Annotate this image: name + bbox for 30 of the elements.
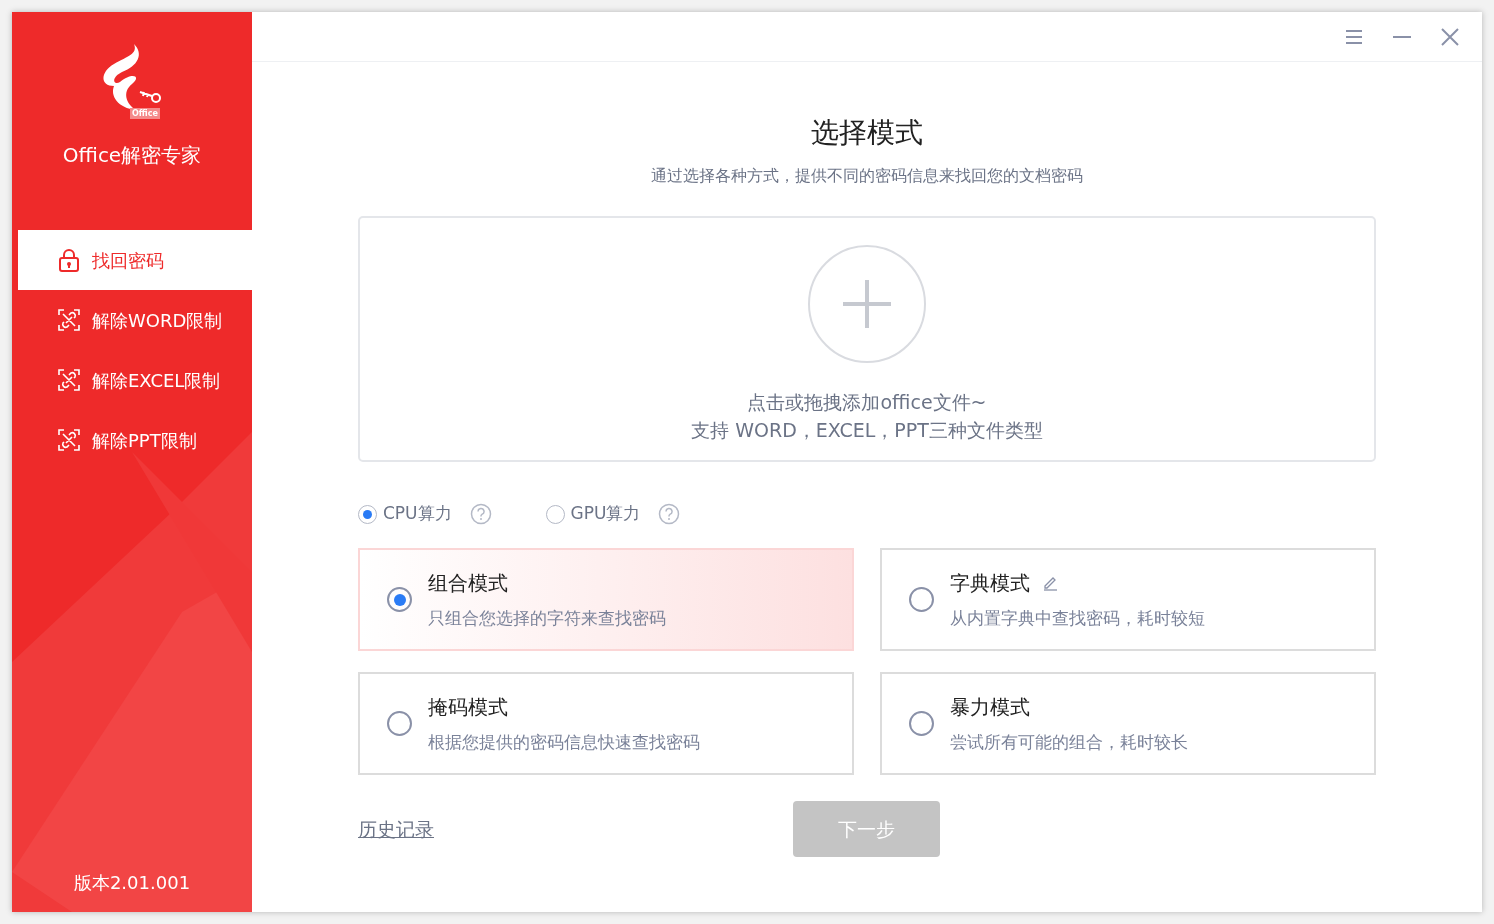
help-icon[interactable] — [658, 503, 681, 525]
broken-link-icon — [58, 429, 80, 451]
nav-item[interactable]: 找回密码 — [18, 230, 252, 290]
help-icon[interactable] — [469, 503, 492, 525]
drop-hint: 点击或拖拽添加office文件~ — [747, 390, 987, 415]
page-subtitle: 通过选择各种方式，提供不同的密码信息来找回您的文档密码 — [650, 165, 1084, 187]
app-name: Office解密专家 — [62, 142, 202, 169]
page-title: 选择模式 — [810, 115, 924, 151]
add-icon — [807, 244, 927, 364]
nav-item[interactable]: 解除EXCEL限制 — [18, 350, 252, 410]
radio-circle — [387, 587, 412, 612]
nav-item[interactable]: 解除WORD限制 — [18, 290, 252, 350]
history-link[interactable]: 历史记录 — [358, 814, 434, 844]
compute-radio[interactable]: CPU算力 — [358, 501, 452, 527]
mode-card[interactable]: 暴力模式 尝试所有可能的组合，耗时较长 — [880, 672, 1376, 775]
broken-link-icon — [58, 369, 80, 391]
mode-card[interactable]: 组合模式 只组合您选择的字符来查找密码 — [358, 548, 854, 651]
version-text: 版本2.01.001 — [72, 871, 192, 895]
supported-types-text: 支持 WORD，EXCEL，PPT三种文件类型 — [691, 418, 1043, 443]
mode-card[interactable]: 字典模式 从内置字典中查找密码，耗时较短 — [880, 548, 1376, 651]
radio-circle — [909, 587, 934, 612]
broken-link-icon — [58, 309, 80, 331]
lock-icon — [58, 248, 80, 272]
mode-card[interactable]: 掩码模式 根据您提供的密码信息快速查找密码 — [358, 672, 854, 775]
compute-radio[interactable]: GPU算力 — [545, 501, 641, 527]
radio-circle — [387, 711, 412, 736]
file-drop-zone[interactable]: 点击或拖拽添加office文件~ 支持 WORD，EXCEL，PPT三种文件类型 — [358, 216, 1376, 462]
radio-circle — [909, 711, 934, 736]
logo-badge: Office — [130, 108, 160, 119]
nav-item[interactable]: 解除PPT限制 — [18, 410, 252, 470]
